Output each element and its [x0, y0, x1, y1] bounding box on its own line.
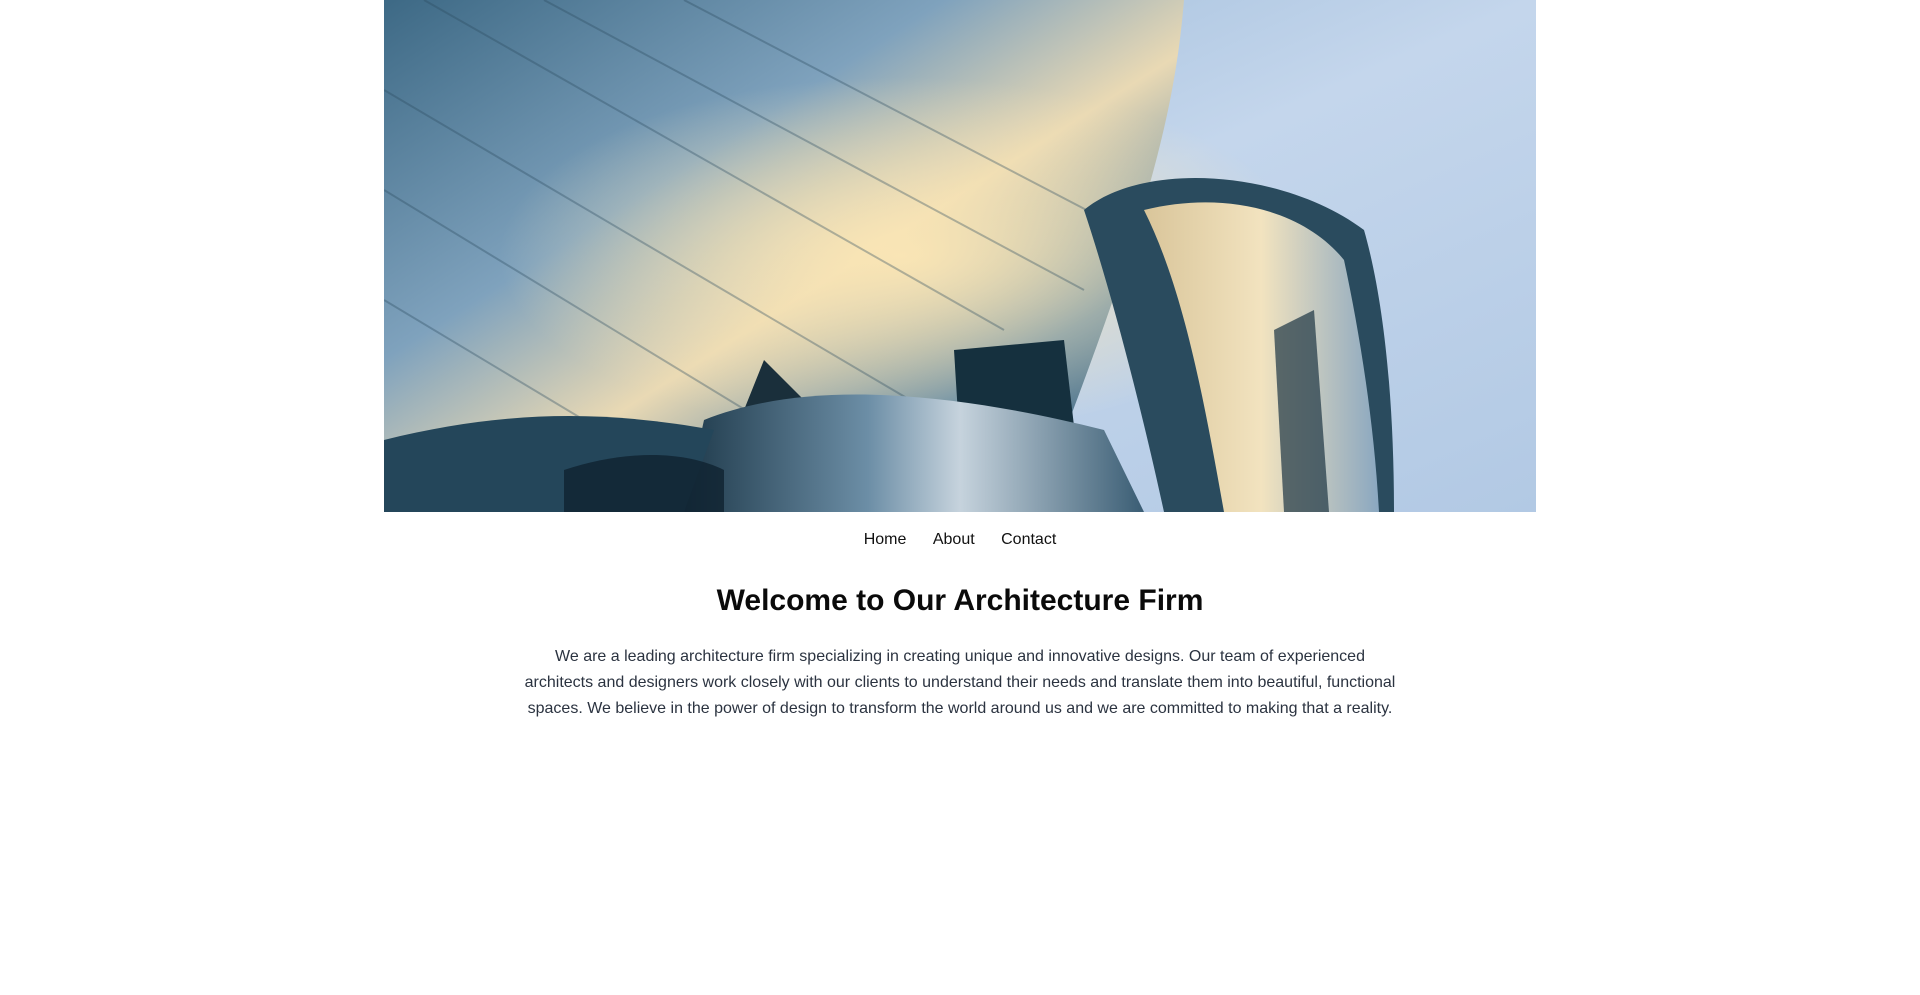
nav-home-link[interactable]: Home — [864, 531, 907, 549]
main-nav: Home About Contact — [0, 531, 1920, 549]
hero-building-illustration — [384, 0, 1536, 512]
page: Home About Contact Welcome to Our Archit… — [0, 0, 1920, 995]
page-title: Welcome to Our Architecture Firm — [716, 584, 1204, 617]
intro-paragraph: We are a leading architecture firm speci… — [524, 648, 1396, 717]
hero-image — [384, 0, 1536, 512]
nav-contact-link[interactable]: Contact — [1001, 531, 1056, 549]
nav-about-link[interactable]: About — [933, 531, 975, 549]
